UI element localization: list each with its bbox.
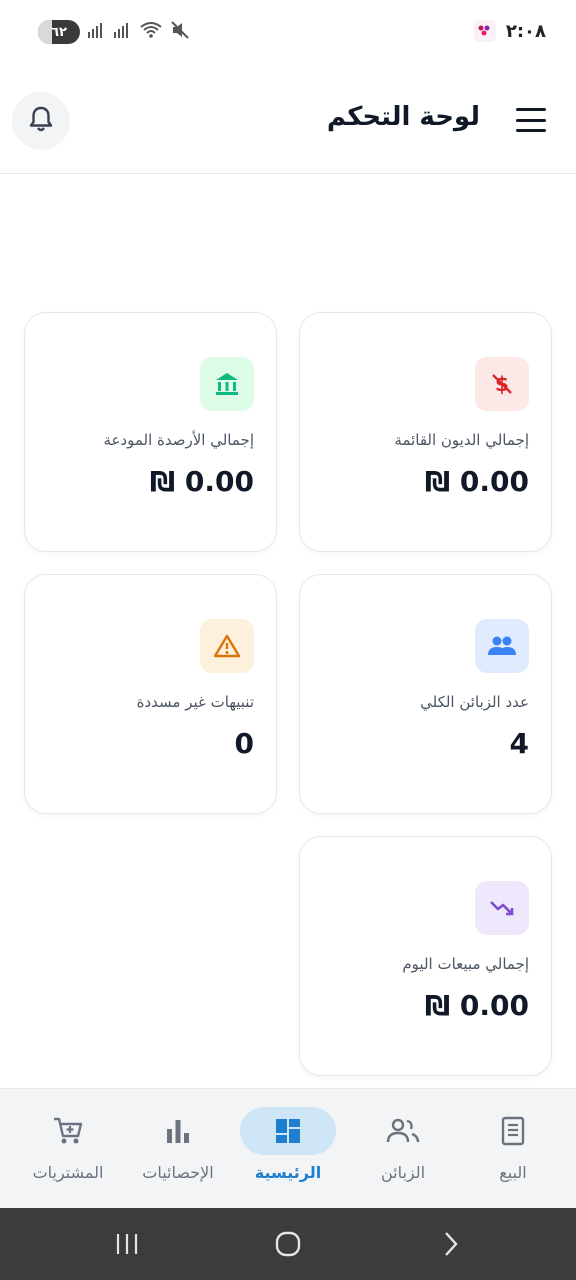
trending-down-icon [475, 881, 529, 935]
card-today-sales[interactable]: إجمالي مبيعات اليوم 0.00 ₪ [299, 836, 552, 1076]
nav-label: المشتريات [32, 1163, 104, 1182]
nav-item-customers[interactable]: الزبائن [348, 1107, 458, 1197]
dashboard-icon [240, 1107, 336, 1155]
nav-label: الإحصائيات [142, 1163, 214, 1182]
card-label: إجمالي مبيعات اليوم [402, 955, 529, 973]
nav-label: الرئيسية [254, 1163, 322, 1182]
bank-icon [200, 357, 254, 411]
bar-chart-icon [130, 1107, 226, 1155]
money-off-icon: $ [475, 357, 529, 411]
card-total-deposits[interactable]: إجمالي الأرصدة المودعة 0.00 ₪ [24, 312, 277, 552]
signal-icon [88, 22, 106, 42]
nav-label: البيع [499, 1163, 527, 1182]
cart-icon [20, 1107, 116, 1155]
warning-icon [200, 619, 254, 673]
nav-item-purchases[interactable]: المشتريات [13, 1107, 123, 1197]
status-icons: ٦٢ [38, 20, 190, 44]
wifi-icon [140, 22, 162, 42]
status-bar: ٦٢ ٢:٠٨ [0, 0, 576, 64]
home-circle-icon[interactable] [266, 1228, 310, 1260]
card-label: عدد الزبائن الكلي [420, 693, 529, 711]
app-header: لوحة التحكم [0, 64, 576, 174]
recent-apps-icon[interactable] [105, 1228, 149, 1260]
app-notification-icon [473, 20, 496, 42]
notifications-button[interactable] [12, 92, 70, 150]
nav-label: الزبائن [380, 1163, 426, 1182]
receipt-icon [465, 1107, 561, 1155]
battery-level: ٦٢ [51, 24, 67, 40]
card-total-customers[interactable]: عدد الزبائن الكلي 4 [299, 574, 552, 814]
nav-item-stats[interactable]: الإحصائيات [123, 1107, 233, 1197]
page-title: لوحة التحكم [326, 102, 480, 132]
card-total-debts[interactable]: $ إجمالي الديون القائمة 0.00 ₪ [299, 312, 552, 552]
card-value: 0.00 ₪ [424, 465, 529, 498]
card-label: تنبيهات غير مسددة [136, 693, 254, 711]
bell-icon [28, 105, 54, 137]
card-value: 0.00 ₪ [149, 465, 254, 498]
card-unpaid-alerts[interactable]: تنبيهات غير مسددة 0 [24, 574, 277, 814]
card-value: 0.00 ₪ [424, 989, 529, 1022]
card-label: إجمالي الديون القائمة [394, 431, 529, 449]
back-chevron-icon[interactable] [428, 1228, 472, 1260]
status-clock: ٢:٠٨ [505, 20, 546, 42]
people-outline-icon [355, 1107, 451, 1155]
nav-item-home[interactable]: الرئيسية [233, 1107, 343, 1197]
card-label: إجمالي الأرصدة المودعة [103, 431, 254, 449]
bottom-navigation: البيع الزبائن الرئيسية الإحصائيات المشتر… [0, 1088, 576, 1208]
status-time-area: ٢:٠٨ [473, 20, 546, 42]
card-value: 4 [509, 727, 529, 760]
people-icon [475, 619, 529, 673]
battery-indicator: ٦٢ [38, 20, 80, 44]
signal-icon-2 [114, 22, 132, 42]
mute-icon [170, 21, 190, 43]
nav-item-sales[interactable]: البيع [458, 1107, 568, 1197]
system-navigation-bar [0, 1208, 576, 1280]
card-value: 0 [234, 727, 254, 760]
menu-icon[interactable] [516, 108, 546, 132]
